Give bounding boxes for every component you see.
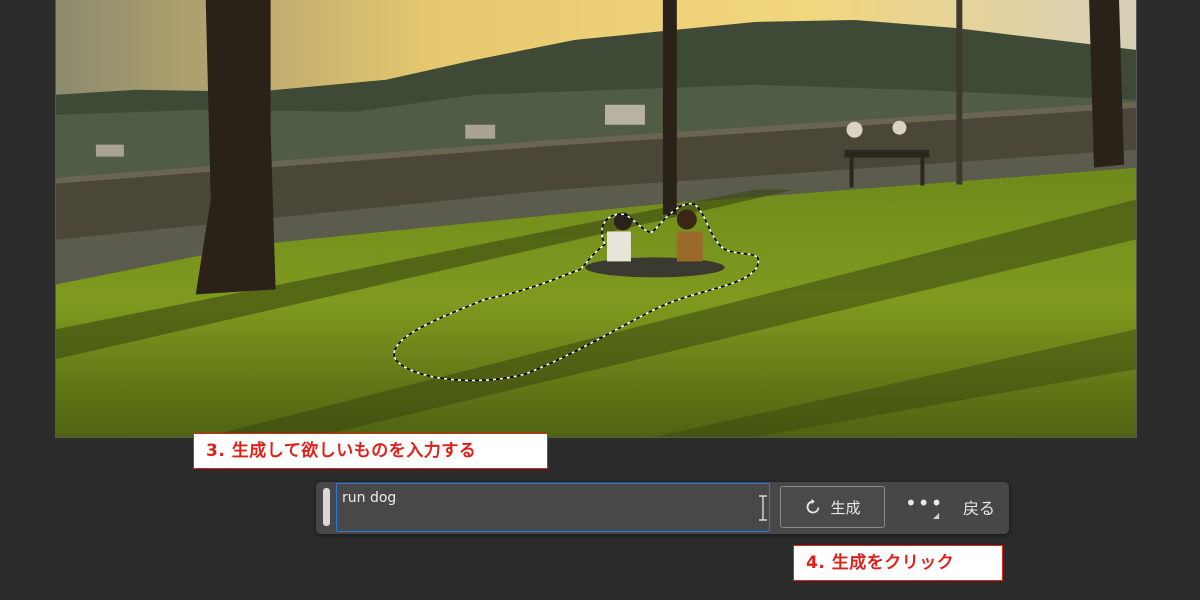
drag-handle[interactable]: [323, 488, 330, 526]
annotation-step3: 3. 生成して欲しいものを入力する: [193, 433, 548, 469]
image-canvas[interactable]: [55, 0, 1137, 438]
refresh-arrow-icon: [807, 498, 820, 514]
back-button[interactable]: 戻る: [957, 486, 1001, 528]
contextual-task-bar: 生成 ••• ◢ 戻る: [316, 482, 1009, 534]
generate-button[interactable]: 生成: [780, 486, 885, 528]
photo-park-scene: [56, 0, 1136, 437]
dropdown-corner-icon: ◢: [933, 511, 940, 520]
ellipsis-icon: •••: [905, 491, 944, 515]
prompt-field[interactable]: [336, 483, 770, 532]
annotation-step4: 4. 生成をクリック: [793, 545, 1003, 581]
generate-button-label: 生成: [830, 498, 861, 517]
prompt-input[interactable]: [342, 488, 722, 508]
more-options-button[interactable]: ••• ◢: [901, 490, 942, 524]
text-i-beam-icon: [759, 495, 767, 521]
